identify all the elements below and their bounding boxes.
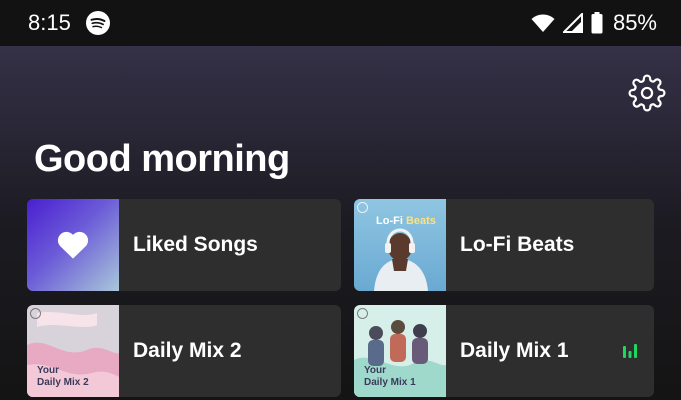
person-headphones-illustration [374, 228, 428, 291]
lofi-beats-art: Lo-Fi Beats [354, 199, 446, 291]
spotify-icon [86, 11, 110, 35]
battery-percent: 85% [612, 10, 657, 35]
status-bar: 8:15 85% [0, 0, 681, 46]
now-playing-equalizer-icon [623, 344, 637, 358]
shortcut-label: Daily Mix 1 [460, 339, 569, 362]
shortcut-daily-mix-1[interactable]: Your Daily Mix 1 Daily Mix 1 [354, 305, 654, 397]
art-title-line-2: Daily Mix 2 [37, 377, 89, 388]
shortcut-label: Daily Mix 2 [133, 339, 242, 362]
status-time: 8:15 [28, 10, 71, 35]
spotify-mini-logo-icon [357, 308, 368, 319]
shortcut-label: Liked Songs [133, 233, 258, 256]
settings-gear-icon[interactable] [628, 74, 666, 112]
battery-icon [591, 12, 603, 34]
wifi-icon [531, 14, 555, 32]
spotify-mini-logo-icon [30, 308, 41, 319]
shortcut-daily-mix-2[interactable]: Your Daily Mix 2 Daily Mix 2 [27, 305, 341, 397]
shortcut-label: Lo-Fi Beats [460, 233, 575, 256]
art-title: Your Daily Mix 2 [37, 365, 89, 389]
heart-icon [57, 231, 89, 259]
daily-mix-1-art: Your Daily Mix 1 [354, 305, 446, 397]
greeting-title: Good morning [34, 138, 290, 180]
daily-mix-2-art: Your Daily Mix 2 [27, 305, 119, 397]
shortcut-liked-songs[interactable]: Liked Songs [27, 199, 341, 291]
art-title-line-1: Your [37, 365, 60, 376]
shortcut-lofi-beats[interactable]: Lo-Fi Beats Lo-Fi Beats [354, 199, 654, 291]
art-title: Your Daily Mix 1 [364, 365, 416, 389]
cell-signal-icon [562, 13, 583, 33]
art-title-line-1: Your [364, 365, 387, 376]
liked-songs-art [27, 199, 119, 291]
art-title-line-2: Daily Mix 1 [364, 377, 416, 388]
